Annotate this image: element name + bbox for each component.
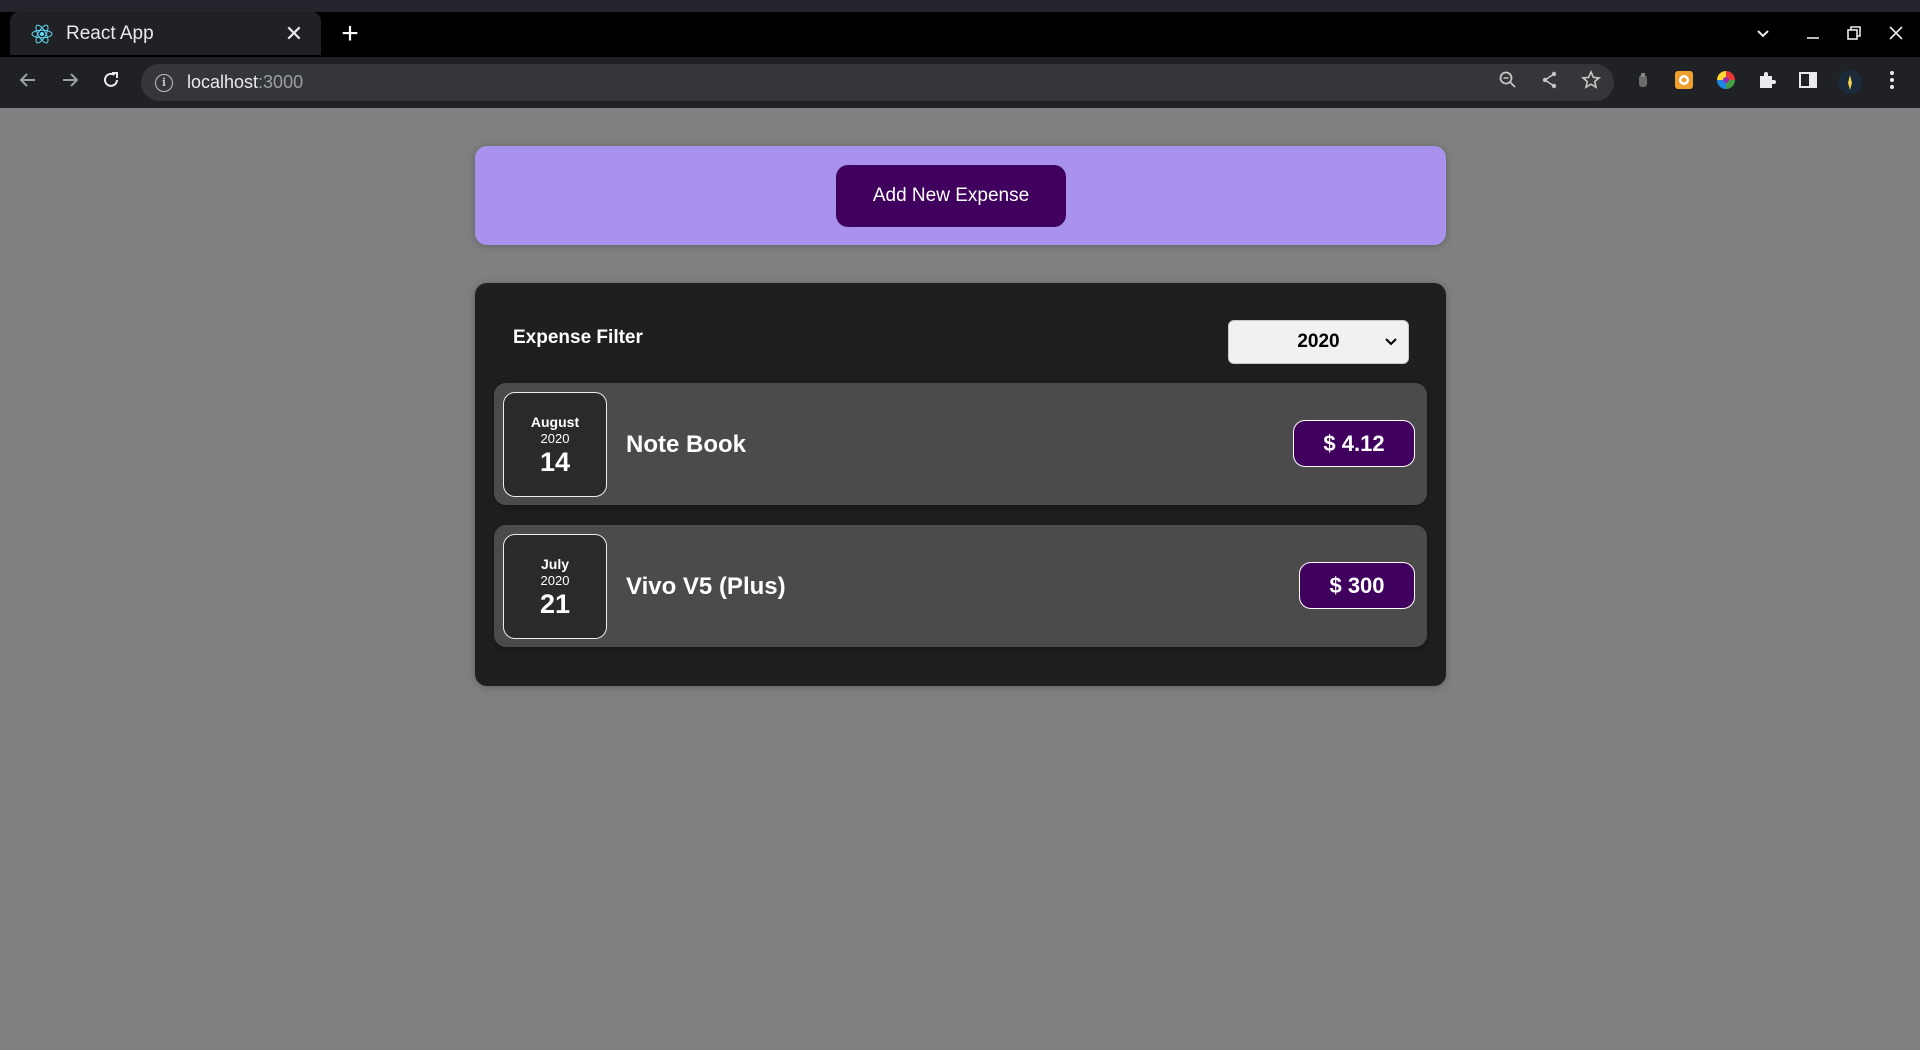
extension-grey-icon[interactable] <box>1630 70 1656 96</box>
tab-bar: React App ✕ + <box>0 12 1920 57</box>
url-text: localhost:3000 <box>187 72 303 93</box>
address-bar[interactable]: i localhost:3000 <box>141 64 1614 101</box>
expenses-panel: Expense Filter 2020 August 2020 14 Note … <box>475 283 1446 686</box>
url-host: localhost <box>187 72 259 92</box>
side-panel-icon[interactable] <box>1795 70 1821 96</box>
react-favicon-icon <box>30 22 54 46</box>
bookmark-star-icon[interactable] <box>1578 70 1604 96</box>
new-expense-panel: Add New Expense <box>475 146 1446 245</box>
extensions-puzzle-icon[interactable] <box>1754 70 1780 96</box>
selected-year: 2020 <box>1297 331 1340 352</box>
add-new-expense-button[interactable]: Add New Expense <box>836 165 1066 227</box>
profile-avatar[interactable] <box>1837 70 1863 96</box>
expense-month: August <box>530 414 580 430</box>
expense-amount: $ 300 <box>1299 562 1415 609</box>
expense-year: 2020 <box>540 431 570 446</box>
back-arrow-icon[interactable] <box>14 69 42 97</box>
zoom-icon[interactable] <box>1495 70 1521 96</box>
expense-filter-label: Expense Filter <box>513 327 643 348</box>
tab-search-chevron-icon[interactable] <box>1750 22 1776 48</box>
expense-day: 14 <box>539 447 571 477</box>
menu-dots-icon[interactable] <box>1879 70 1905 96</box>
close-window-icon[interactable] <box>1883 22 1909 48</box>
expense-amount: $ 4.12 <box>1293 420 1415 467</box>
expense-month: July <box>540 556 569 572</box>
url-port: :3000 <box>258 72 304 92</box>
window-top-strip <box>0 0 1920 12</box>
chevron-down-icon <box>1384 331 1398 351</box>
tab-title: React App <box>66 22 154 44</box>
year-filter-select[interactable]: 2020 <box>1228 320 1409 364</box>
tab-react-app[interactable]: React App ✕ <box>10 12 321 55</box>
expense-title: Vivo V5 (Plus) <box>626 573 786 600</box>
share-icon[interactable] <box>1537 70 1563 96</box>
reload-icon[interactable] <box>97 69 125 97</box>
minimize-icon[interactable] <box>1800 22 1826 48</box>
expense-item[interactable]: July 2020 21 Vivo V5 (Plus) $ 300 <box>494 525 1427 647</box>
expense-date: August 2020 14 <box>503 392 607 497</box>
browser-toolbar: i localhost:3000 <box>0 57 1920 108</box>
extension-orange-icon[interactable] <box>1671 70 1697 96</box>
expense-date: July 2020 21 <box>503 534 607 639</box>
expense-day: 21 <box>539 589 571 619</box>
restore-icon[interactable] <box>1841 22 1867 48</box>
extension-color-wheel-icon[interactable] <box>1713 70 1739 96</box>
tab-close-icon[interactable]: ✕ <box>283 22 305 45</box>
expense-year: 2020 <box>540 573 570 588</box>
expense-item[interactable]: August 2020 14 Note Book $ 4.12 <box>494 383 1427 505</box>
new-tab-button[interactable]: + <box>337 19 363 49</box>
info-icon[interactable]: i <box>155 73 173 92</box>
forward-arrow-icon[interactable] <box>56 69 84 97</box>
expense-title: Note Book <box>626 431 746 458</box>
